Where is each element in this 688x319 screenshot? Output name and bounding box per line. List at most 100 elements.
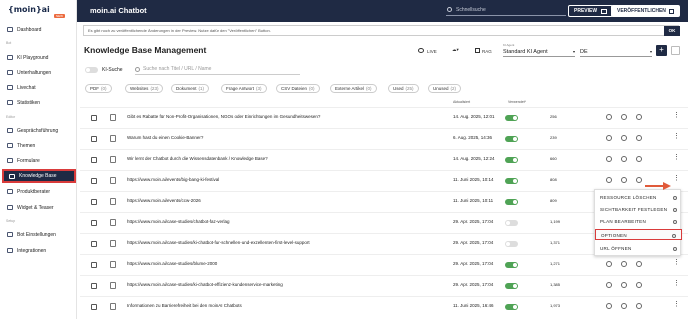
live-toggle[interactable]: LIVE [418, 48, 437, 54]
sidebar-item-knowledge-base[interactable]: Knowledge Base [2, 169, 76, 183]
resource-title[interactable]: Gibt es Rabatte für Non-Profit-Organisat… [127, 114, 320, 119]
row-checkbox[interactable] [91, 136, 97, 142]
used-toggle[interactable] [505, 241, 518, 247]
used-toggle[interactable] [505, 115, 518, 121]
row-checkbox[interactable] [91, 304, 97, 310]
status-check-icon[interactable] [606, 135, 612, 141]
menu-item-open-url[interactable]: URL ÖFFNEN [595, 243, 682, 254]
row-checkbox[interactable] [91, 241, 97, 247]
filter-chip-pdf[interactable]: PDF (0) [85, 84, 112, 93]
refresh-icon[interactable] [636, 261, 642, 267]
row-checkbox[interactable] [91, 283, 97, 289]
kebab-menu-icon[interactable]: ⋮ [673, 301, 680, 308]
used-toggle[interactable] [505, 220, 518, 226]
kebab-menu-icon[interactable]: ⋮ [673, 280, 680, 287]
filter-chip-externe-artikel[interactable]: Externe Artikel (0) [330, 84, 377, 93]
column-header-used[interactable]: Verwendet* [508, 100, 526, 104]
cloud-icon[interactable] [621, 261, 627, 267]
add-resource-button[interactable]: + [656, 45, 667, 56]
quick-search-input[interactable]: Schnellsuche [446, 5, 566, 16]
preview-button[interactable]: PREVIEW [568, 5, 614, 17]
cloud-icon[interactable] [621, 282, 627, 288]
table-row[interactable]: https://www.moin.ai/case-studies/blume-2… [80, 254, 688, 275]
menu-item-visibility[interactable]: SICHTBARKEIT FESTLEGEN [595, 204, 682, 215]
menu-item-options[interactable]: OPTIONEN [595, 229, 682, 240]
filter-chip-websites[interactable]: Websites (23) [125, 84, 164, 93]
kebab-menu-icon[interactable]: ⋮ [673, 133, 680, 140]
refresh-icon[interactable] [636, 303, 642, 309]
logo[interactable]: {moin}ai [8, 5, 50, 14]
language-select[interactable]: DE ▾ [580, 44, 652, 57]
notice-ok-button[interactable]: OK [664, 26, 680, 36]
resource-title[interactable]: Informationen zu Barrierefreiheit bei de… [127, 303, 242, 308]
kebab-menu-icon[interactable]: ⋮ [673, 154, 680, 161]
publish-button[interactable]: VERÖFFENTLICHEN [611, 5, 680, 17]
table-row[interactable]: https://www.moin.ai/events/big-bang-ki-f… [80, 170, 688, 191]
sidebar-item-integrationen[interactable]: Integrationen [2, 245, 76, 256]
used-toggle[interactable] [505, 262, 518, 268]
cloud-icon[interactable] [621, 303, 627, 309]
resource-title[interactable]: https://www.moin.ai/case-studies/chatbot… [127, 219, 230, 224]
row-checkbox[interactable] [91, 220, 97, 226]
sidebar-item-widget-teaser[interactable]: Widget & Teaser [2, 202, 76, 213]
filter-chip-unused[interactable]: Unused (2) [428, 84, 462, 93]
table-row[interactable]: Wir lernt der Chatbot durch die Wissensd… [80, 149, 688, 170]
ki-search-toggle[interactable] [85, 67, 98, 73]
resource-title[interactable]: https://www.moin.ai/case-studies/ki-chat… [127, 282, 283, 287]
status-check-icon[interactable] [606, 261, 612, 267]
agent-select[interactable]: KI Agent Standard KI Agent ▾ [503, 43, 575, 57]
used-toggle[interactable] [505, 283, 518, 289]
filter-chip-used[interactable]: Used (25) [388, 84, 419, 93]
rag-button[interactable]: RAG [475, 48, 492, 54]
table-row[interactable]: Gibt es Rabatte für Non-Profit-Organisat… [80, 107, 688, 128]
sidebar-item-formulare[interactable]: Formulare [2, 155, 76, 166]
table-row[interactable]: Warum hast du einen Cookie-Banner? 6. Aug… [80, 128, 688, 149]
filter-chip-frage-antwort[interactable]: Frage Antwort (3) [221, 84, 267, 93]
row-checkbox[interactable] [91, 262, 97, 268]
cloud-icon[interactable] [621, 177, 627, 183]
menu-item-edit-plan[interactable]: PLAN BEARBEITEN [595, 216, 682, 227]
resource-title[interactable]: https://www.moin.ai/events/big-bang-ki-f… [127, 177, 219, 182]
sidebar-item-statistiken[interactable]: Statistiken [2, 97, 76, 108]
status-check-icon[interactable] [606, 156, 612, 162]
sidebar-item-bot-einstellungen[interactable]: Bot Einstellungen [2, 229, 76, 240]
row-checkbox[interactable] [91, 199, 97, 205]
cloud-menu-button[interactable]: ☁▾ [452, 47, 459, 53]
table-row[interactable]: Informationen zu Barrierefreiheit bei de… [80, 296, 688, 317]
refresh-icon[interactable] [636, 282, 642, 288]
row-checkbox[interactable] [91, 157, 97, 163]
cloud-icon[interactable] [621, 114, 627, 120]
sidebar-item-ki-playground[interactable]: KI Playground [2, 52, 76, 63]
refresh-icon[interactable] [636, 135, 642, 141]
used-toggle[interactable] [505, 157, 518, 163]
filter-chip-csv[interactable]: CSV Dateien (0) [276, 84, 320, 93]
cloud-icon[interactable] [621, 156, 627, 162]
refresh-icon[interactable] [636, 177, 642, 183]
column-header-updated[interactable]: Aktualisiert [453, 100, 470, 104]
used-toggle[interactable] [505, 178, 518, 184]
status-check-icon[interactable] [606, 282, 612, 288]
sidebar-item-gespraechsfuehrung[interactable]: Gesprächsführung [2, 125, 76, 136]
sidebar-item-livechat[interactable]: Livechat [2, 82, 76, 93]
settings-button[interactable] [671, 46, 680, 55]
sidebar-item-produktberater[interactable]: Produktberater [2, 186, 76, 197]
status-check-icon[interactable] [606, 177, 612, 183]
used-toggle[interactable] [505, 136, 518, 142]
refresh-icon[interactable] [636, 156, 642, 162]
resource-search-input[interactable]: Suche nach Titel / URL / Name [135, 65, 300, 75]
status-check-icon[interactable] [606, 303, 612, 309]
cloud-icon[interactable] [621, 135, 627, 141]
used-toggle[interactable] [505, 304, 518, 310]
resource-title[interactable]: https://www.moin.ai/case-studies/blume-2… [127, 261, 217, 266]
sidebar-item-dashboard[interactable]: Dashboard [2, 24, 76, 35]
status-check-icon[interactable] [606, 114, 612, 120]
row-checkbox[interactable] [91, 178, 97, 184]
menu-item-delete[interactable]: RESSOURCE LÖSCHEN [595, 192, 682, 203]
refresh-icon[interactable] [636, 114, 642, 120]
resource-title[interactable]: Warum hast du einen Cookie-Banner? [127, 135, 203, 140]
resource-title[interactable]: https://www.moin.ai/events/ccw-2026 [127, 198, 201, 203]
used-toggle[interactable] [505, 199, 518, 205]
sidebar-item-unterhaltungen[interactable]: Unterhaltungen [2, 67, 76, 78]
resource-title[interactable]: Wir lernt der Chatbot durch die Wissensd… [127, 156, 268, 161]
filter-chip-dokument[interactable]: Dokument (1) [171, 84, 210, 93]
